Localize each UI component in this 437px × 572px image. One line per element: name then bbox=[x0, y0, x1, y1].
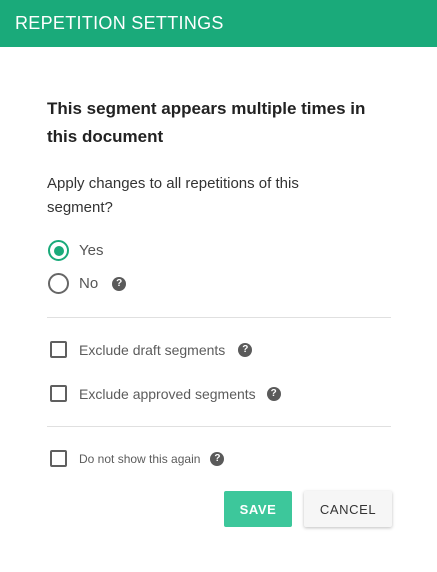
help-icon[interactable]: ? bbox=[266, 386, 281, 401]
checkbox-icon[interactable] bbox=[50, 385, 67, 402]
exclude-approved-checkbox[interactable]: Exclude approved segments ? bbox=[50, 385, 281, 402]
dialog-title: REPETITION SETTINGS bbox=[15, 13, 224, 33]
radio-yes[interactable]: Yes bbox=[48, 240, 103, 261]
dialog-header: REPETITION SETTINGS bbox=[0, 0, 437, 47]
help-icon[interactable]: ? bbox=[210, 451, 225, 466]
radio-no[interactable]: No ? bbox=[48, 273, 127, 294]
radio-checked-icon[interactable] bbox=[48, 240, 69, 261]
radio-no-label: No bbox=[79, 275, 99, 292]
do-not-show-label: Do not show this again bbox=[79, 451, 201, 466]
checkbox-icon[interactable] bbox=[50, 450, 67, 467]
radio-yes-label: Yes bbox=[79, 242, 104, 259]
divider bbox=[47, 426, 391, 427]
checkbox-icon[interactable] bbox=[50, 341, 67, 358]
radio-unchecked-icon[interactable] bbox=[48, 273, 69, 294]
help-icon[interactable]: ? bbox=[238, 342, 253, 357]
cancel-button[interactable]: CANCEL bbox=[304, 491, 392, 527]
help-icon[interactable]: ? bbox=[112, 276, 127, 291]
exclude-draft-label: Exclude draft segments bbox=[79, 341, 226, 358]
dialog-heading: This segment appears multiple times in t… bbox=[47, 99, 366, 146]
divider bbox=[47, 317, 391, 318]
dialog-question: Apply changes to all repetitions of this… bbox=[47, 175, 299, 216]
exclude-approved-label: Exclude approved segments bbox=[79, 385, 256, 402]
save-button[interactable]: SAVE bbox=[224, 491, 292, 527]
exclude-draft-checkbox[interactable]: Exclude draft segments ? bbox=[50, 341, 253, 358]
do-not-show-checkbox[interactable]: Do not show this again ? bbox=[50, 450, 225, 467]
